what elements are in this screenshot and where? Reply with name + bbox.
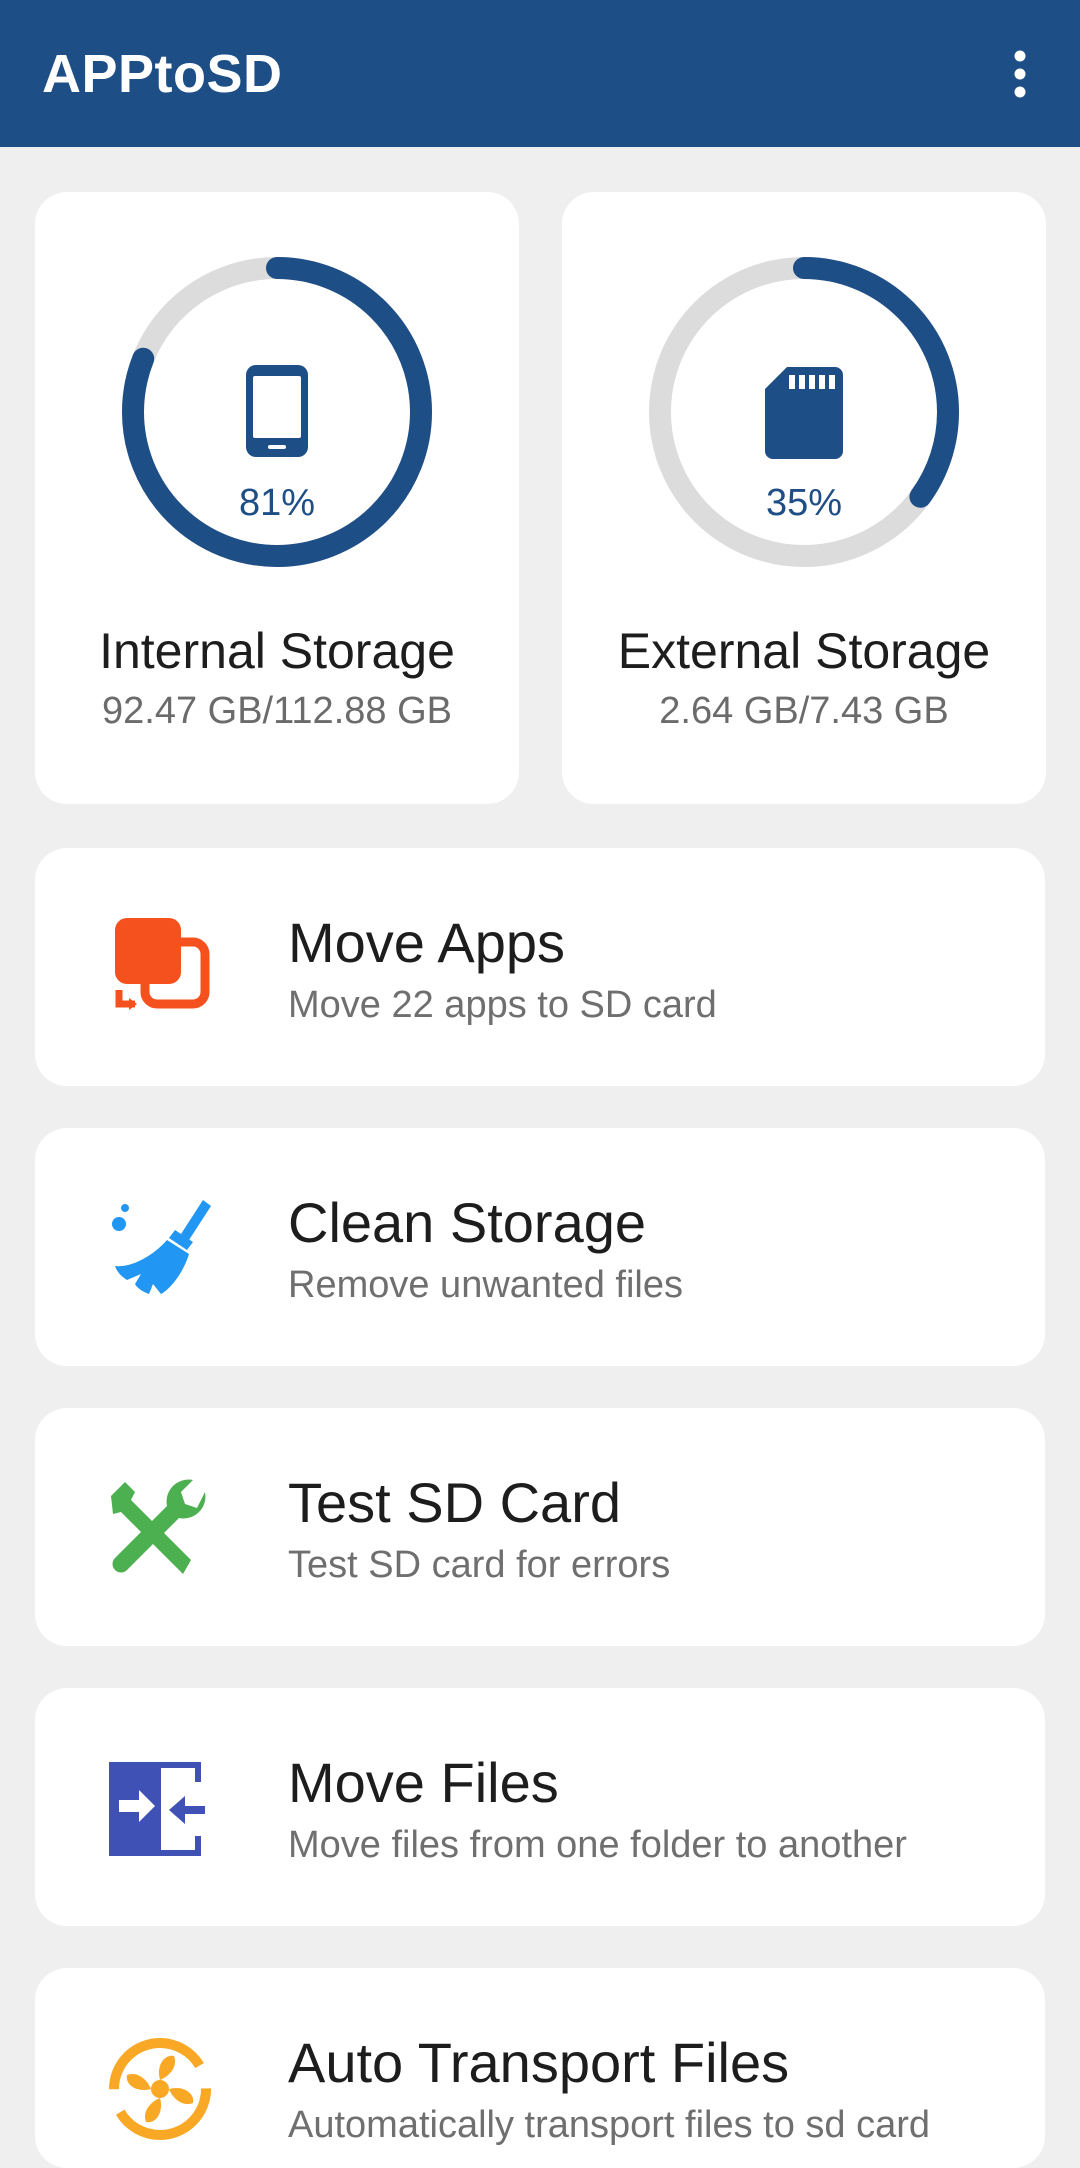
external-storage-size: 2.64 GB/7.43 GB (659, 690, 949, 732)
external-storage-label: External Storage (617, 623, 991, 679)
auto-transport-files-subtitle: Automatically transport files to sd card (288, 2104, 931, 2146)
clean-storage-title: Clean Storage (288, 1191, 647, 1254)
internal-storage-card[interactable]: 81% Internal Storage 92.47 GB/112.88 GB (35, 192, 519, 804)
move-files-card[interactable]: Move Files Move files from one folder to… (35, 1688, 1045, 1926)
move-apps-subtitle: Move 22 apps to SD card (288, 984, 717, 1026)
move-apps-title: Move Apps (288, 911, 566, 974)
clean-storage-subtitle: Remove unwanted files (288, 1264, 683, 1306)
internal-storage-percent: 81% (238, 482, 316, 524)
move-files-title: Move Files (288, 1751, 559, 1814)
external-storage-card[interactable]: 35% External Storage 2.64 GB/7.43 GB (562, 192, 1046, 804)
move-files-icon (105, 1754, 215, 1864)
internal-storage-size: 92.47 GB/112.88 GB (102, 690, 452, 732)
tools-icon (105, 1474, 215, 1584)
internal-storage-label: Internal Storage (99, 623, 455, 679)
auto-transport-files-card[interactable]: Auto Transport Files Automatically trans… (35, 1968, 1045, 2168)
test-sd-card-card[interactable]: Test SD Card Test SD card for errors (35, 1408, 1045, 1646)
more-vert-icon[interactable] (1000, 39, 1040, 109)
app-bar: APPtoSD (0, 0, 1080, 147)
test-sd-card-title: Test SD Card (288, 1471, 621, 1534)
move-apps-icon (105, 914, 215, 1024)
fan-icon (105, 2034, 215, 2144)
broom-icon (105, 1194, 215, 1304)
move-apps-card[interactable]: Move Apps Move 22 apps to SD card (35, 848, 1045, 1086)
clean-storage-card[interactable]: Clean Storage Remove unwanted files (35, 1128, 1045, 1366)
move-files-subtitle: Move files from one folder to another (288, 1824, 907, 1866)
app-title: APPtoSD (42, 43, 283, 104)
auto-transport-files-title: Auto Transport Files (288, 2031, 790, 2094)
sd-card-icon (765, 367, 843, 464)
phone-icon (244, 363, 310, 464)
test-sd-card-subtitle: Test SD card for errors (288, 1544, 671, 1586)
external-storage-percent: 35% (765, 482, 843, 524)
